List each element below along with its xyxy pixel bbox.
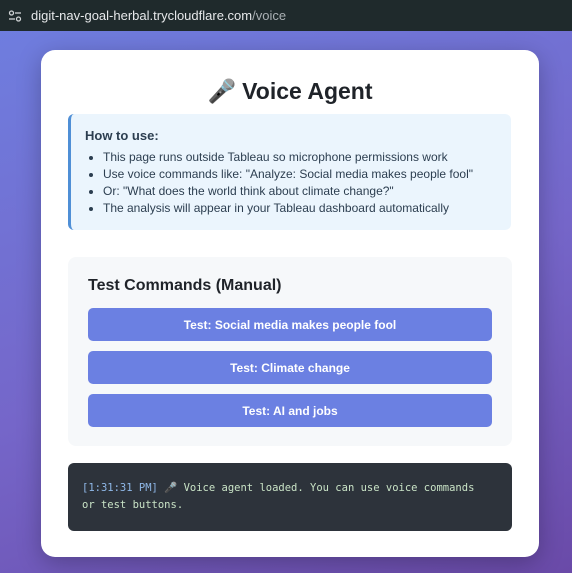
list-item: Use voice commands like: "Analyze: Socia… bbox=[103, 166, 511, 183]
log-microphone-icon: 🎤 bbox=[164, 482, 178, 494]
how-to-use-panel: How to use: This page runs outside Table… bbox=[68, 114, 511, 230]
how-to-list: This page runs outside Tableau so microp… bbox=[85, 149, 511, 217]
list-item: This page runs outside Tableau so microp… bbox=[103, 149, 511, 166]
test-social-media-button[interactable]: Test: Social media makes people fool bbox=[88, 308, 492, 341]
log-message-continued: or test buttons. bbox=[82, 499, 184, 511]
page-title-text: Voice Agent bbox=[242, 78, 373, 104]
test-ai-jobs-button[interactable]: Test: AI and jobs bbox=[88, 394, 492, 427]
test-climate-change-button[interactable]: Test: Climate change bbox=[88, 351, 492, 384]
list-item: Or: "What does the world think about cli… bbox=[103, 183, 511, 200]
list-item: The analysis will appear in your Tableau… bbox=[103, 200, 511, 217]
url-host: digit-nav-goal-herbal.trycloudflare.com bbox=[31, 8, 253, 23]
status-log: [1:31:31 PM] 🎤 Voice agent loaded. You c… bbox=[68, 463, 512, 531]
log-line: [1:31:31 PM] 🎤 Voice agent loaded. You c… bbox=[82, 480, 498, 497]
address-url[interactable]: digit-nav-goal-herbal.trycloudflare.com/… bbox=[31, 8, 286, 23]
page-title: 🎤 Voice Agent bbox=[41, 78, 539, 105]
test-commands-panel: Test Commands (Manual) Test: Social medi… bbox=[68, 257, 512, 446]
url-path: /voice bbox=[252, 8, 287, 23]
how-to-heading: How to use: bbox=[85, 128, 159, 143]
browser-address-bar[interactable]: digit-nav-goal-herbal.trycloudflare.com/… bbox=[0, 0, 572, 31]
voice-agent-card: 🎤Voice Agent How to use: This page runs … bbox=[41, 50, 539, 557]
test-commands-heading: Test Commands (Manual) bbox=[88, 277, 282, 294]
microphone-icon: 🎤 bbox=[207, 78, 237, 104]
log-message: Voice agent loaded. You can use voice co… bbox=[183, 482, 475, 494]
page-settings-icon[interactable] bbox=[8, 9, 22, 23]
log-timestamp: [1:31:31 PM] bbox=[82, 482, 158, 494]
